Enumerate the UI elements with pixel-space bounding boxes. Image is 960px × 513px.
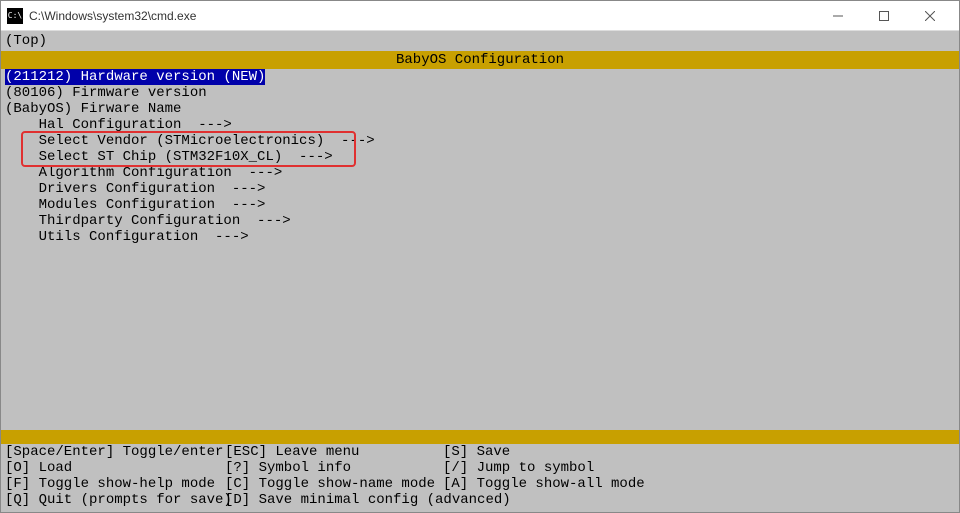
- config-banner: BabyOS Configuration: [1, 51, 959, 69]
- close-button[interactable]: [907, 1, 953, 31]
- breadcrumb-top: (Top): [1, 31, 959, 51]
- help-row: [F] Toggle show-help mode [C] Toggle sho…: [5, 476, 955, 492]
- help-row: [Space/Enter] Toggle/enter [ESC] Leave m…: [5, 444, 955, 460]
- selected-text: (211212) Hardware version (NEW): [5, 69, 265, 85]
- menu-item-hal[interactable]: Hal Configuration --->: [1, 117, 959, 133]
- help-key-allmode: [A] Toggle show-all mode: [443, 476, 645, 492]
- terminal-content[interactable]: (Top) BabyOS Configuration (211212) Hard…: [1, 31, 959, 512]
- menu-item-thirdparty[interactable]: Thirdparty Configuration --->: [1, 213, 959, 229]
- menu-item-chip[interactable]: Select ST Chip (STM32F10X_CL) --->: [1, 149, 959, 165]
- menu-item-utils[interactable]: Utils Configuration --->: [1, 229, 959, 245]
- menu-item-modules[interactable]: Modules Configuration --->: [1, 197, 959, 213]
- help-key-jump: [/] Jump to symbol: [443, 460, 594, 476]
- help-key-esc: [ESC] Leave menu: [225, 444, 443, 460]
- help-key-quit: [Q] Quit (prompts for save): [5, 492, 225, 508]
- window-title: C:\Windows\system32\cmd.exe: [29, 9, 815, 23]
- help-key-namemode: [C] Toggle show-name mode: [225, 476, 443, 492]
- menu-item-selected[interactable]: (211212) Hardware version (NEW): [1, 69, 959, 85]
- help-key-minimal: [D] Save minimal config (advanced): [225, 492, 443, 508]
- help-key-load: [O] Load: [5, 460, 225, 476]
- help-key-toggle: [Space/Enter] Toggle/enter: [5, 444, 225, 460]
- minimize-button[interactable]: [815, 1, 861, 31]
- menu-area[interactable]: (211212) Hardware version (NEW) (80106) …: [1, 69, 959, 430]
- help-key-symbolinfo: [?] Symbol info: [225, 460, 443, 476]
- help-key-save: [S] Save: [443, 444, 510, 460]
- help-row: [O] Load [?] Symbol info [/] Jump to sym…: [5, 460, 955, 476]
- footer-bar: [1, 430, 959, 444]
- menu-item-drivers[interactable]: Drivers Configuration --->: [1, 181, 959, 197]
- help-key-helpmode: [F] Toggle show-help mode: [5, 476, 225, 492]
- menu-item-algorithm[interactable]: Algorithm Configuration --->: [1, 165, 959, 181]
- menu-item-vendor[interactable]: Select Vendor (STMicroelectronics) --->: [1, 133, 959, 149]
- cmd-icon: C:\: [7, 8, 23, 24]
- help-row: [Q] Quit (prompts for save) [D] Save min…: [5, 492, 955, 508]
- titlebar[interactable]: C:\ C:\Windows\system32\cmd.exe: [1, 1, 959, 31]
- window-controls: [815, 1, 953, 31]
- maximize-button[interactable]: [861, 1, 907, 31]
- help-area: [Space/Enter] Toggle/enter [ESC] Leave m…: [1, 444, 959, 512]
- menu-item[interactable]: (BabyOS) Firware Name: [1, 101, 959, 117]
- window-frame: C:\ C:\Windows\system32\cmd.exe (Top) Ba…: [0, 0, 960, 513]
- menu-item[interactable]: (80106) Firmware version: [1, 85, 959, 101]
